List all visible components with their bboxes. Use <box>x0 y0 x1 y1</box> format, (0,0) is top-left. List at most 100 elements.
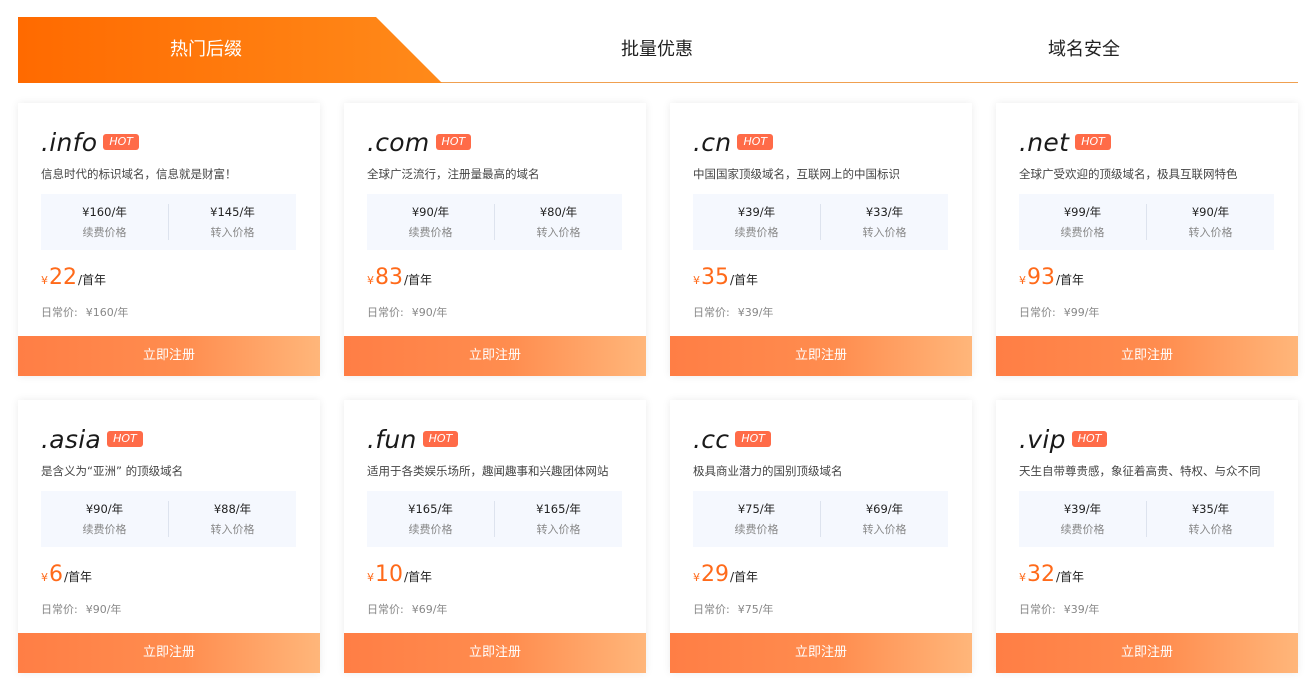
register-button[interactable]: 立即注册 <box>344 336 646 376</box>
domain-description: 是含义为“亚洲” 的顶级域名 <box>41 464 184 478</box>
transfer-price-label: 转入价格 <box>536 226 581 239</box>
first-year-unit: /首年 <box>64 570 93 584</box>
hot-badge: HOT <box>435 134 472 150</box>
renew-price-col: ¥39/年 续费价格 <box>1019 491 1146 547</box>
currency-symbol: ¥ <box>693 571 700 584</box>
renew-price: ¥39/年 <box>737 205 776 219</box>
domain-suffix: .vip <box>1019 424 1066 454</box>
regular-price: 日常价: ¥160/年 <box>41 304 128 320</box>
renew-price-label: 续费价格 <box>734 523 779 536</box>
domain-tabs: 热门后缀 批量优惠 域名安全 <box>18 17 1298 83</box>
register-button[interactable]: 立即注册 <box>670 336 972 376</box>
renew-price-label: 续费价格 <box>82 523 127 536</box>
first-year-unit: /首年 <box>1056 570 1085 584</box>
regular-price-value: ¥75/年 <box>737 603 774 616</box>
regular-price-label: 日常价: <box>1019 603 1056 616</box>
domain-card-info: .info HOT 信息时代的标识域名，信息就是财富！ ¥160/年 续费价格 … <box>18 103 320 376</box>
transfer-price: ¥165/年 <box>536 502 581 516</box>
register-button[interactable]: 立即注册 <box>18 633 320 673</box>
domain-card-cc: .cc HOT 极具商业潜力的国别顶级域名 ¥75/年 续费价格 ¥69/年 转… <box>670 400 972 673</box>
register-button[interactable]: 立即注册 <box>670 633 972 673</box>
regular-price-value: ¥69/年 <box>411 603 448 616</box>
transfer-price: ¥35/年 <box>1191 502 1230 516</box>
domain-card-cn: .cn HOT 中国国家顶级域名，互联网上的中国标识 ¥39/年 续费价格 ¥3… <box>670 103 972 376</box>
renew-price: ¥165/年 <box>408 502 453 516</box>
first-year-amount: 32 <box>1027 562 1055 587</box>
renew-price: ¥39/年 <box>1063 502 1102 516</box>
transfer-price-label: 转入价格 <box>210 523 255 536</box>
first-year-amount: 35 <box>701 265 729 290</box>
renew-price-label: 续费价格 <box>408 523 453 536</box>
regular-price-value: ¥39/年 <box>737 306 774 319</box>
currency-symbol: ¥ <box>41 571 48 584</box>
first-year-price: ¥ 32 /首年 <box>1019 562 1084 587</box>
first-year-price: ¥ 22 /首年 <box>41 265 106 290</box>
tab-bulk-discount[interactable]: 批量优惠 <box>468 17 846 83</box>
regular-price-value: ¥90/年 <box>85 603 122 616</box>
first-year-amount: 29 <box>701 562 729 587</box>
first-year-price: ¥ 10 /首年 <box>367 562 432 587</box>
domain-description: 适用于各类娱乐场所，趣闻趣事和兴趣团体网站 <box>367 464 609 478</box>
transfer-price-label: 转入价格 <box>536 523 581 536</box>
renew-price-label: 续费价格 <box>1060 226 1105 239</box>
first-year-price: ¥ 35 /首年 <box>693 265 758 290</box>
renew-price-label: 续费价格 <box>408 226 453 239</box>
transfer-price: ¥90/年 <box>1191 205 1230 219</box>
tab-hot-suffixes[interactable]: 热门后缀 <box>18 17 394 83</box>
price-box: ¥39/年 续费价格 ¥35/年 转入价格 <box>1019 491 1274 547</box>
transfer-price-label: 转入价格 <box>862 523 907 536</box>
suffix-row: .vip HOT <box>1019 422 1108 456</box>
regular-price: 日常价: ¥99/年 <box>1019 304 1099 320</box>
renew-price-label: 续费价格 <box>1060 523 1105 536</box>
suffix-row: .com HOT <box>367 125 472 159</box>
domain-description: 中国国家顶级域名，互联网上的中国标识 <box>693 167 900 181</box>
regular-price: 日常价: ¥69/年 <box>367 601 447 617</box>
first-year-unit: /首年 <box>730 273 759 287</box>
currency-symbol: ¥ <box>1019 274 1026 287</box>
first-year-unit: /首年 <box>730 570 759 584</box>
tab-domain-security[interactable]: 域名安全 <box>894 17 1274 83</box>
transfer-price: ¥145/年 <box>210 205 255 219</box>
suffix-row: .info HOT <box>41 125 139 159</box>
domain-card-vip: .vip HOT 天生自带尊贵感，象征着高贵、特权、与众不同 ¥39/年 续费价… <box>996 400 1298 673</box>
register-button[interactable]: 立即注册 <box>18 336 320 376</box>
renew-price: ¥99/年 <box>1063 205 1102 219</box>
first-year-amount: 93 <box>1027 265 1055 290</box>
currency-symbol: ¥ <box>693 274 700 287</box>
domain-description: 全球广泛流行，注册量最高的域名 <box>367 167 540 181</box>
register-button[interactable]: 立即注册 <box>344 633 646 673</box>
hot-badge: HOT <box>737 134 774 150</box>
currency-symbol: ¥ <box>41 274 48 287</box>
suffix-row: .net HOT <box>1019 125 1111 159</box>
transfer-price-col: ¥165/年 转入价格 <box>495 491 622 547</box>
transfer-price-col: ¥80/年 转入价格 <box>495 194 622 250</box>
first-year-amount: 10 <box>375 562 403 587</box>
first-year-unit: /首年 <box>1056 273 1085 287</box>
register-button[interactable]: 立即注册 <box>996 336 1298 376</box>
transfer-price: ¥69/年 <box>865 502 904 516</box>
hot-badge: HOT <box>735 431 771 447</box>
regular-price-label: 日常价: <box>367 306 404 319</box>
domain-card-net: .net HOT 全球广受欢迎的顶级域名，极具互联网特色 ¥99/年 续费价格 … <box>996 103 1298 376</box>
transfer-price-col: ¥69/年 转入价格 <box>821 491 948 547</box>
first-year-price: ¥ 6 /首年 <box>41 562 92 587</box>
regular-price-value: ¥39/年 <box>1063 603 1100 616</box>
domain-suffix: .cc <box>693 424 730 454</box>
price-box: ¥90/年 续费价格 ¥80/年 转入价格 <box>367 194 622 250</box>
domain-suffix: .cn <box>693 127 732 157</box>
register-button[interactable]: 立即注册 <box>996 633 1298 673</box>
price-box: ¥39/年 续费价格 ¥33/年 转入价格 <box>693 194 948 250</box>
price-box: ¥99/年 续费价格 ¥90/年 转入价格 <box>1019 194 1274 250</box>
regular-price: 日常价: ¥90/年 <box>367 304 447 320</box>
transfer-price: ¥88/年 <box>213 502 252 516</box>
domain-description: 极具商业潜力的国别顶级域名 <box>693 464 843 478</box>
hot-badge: HOT <box>1071 431 1108 447</box>
domain-card-fun: .fun HOT 适用于各类娱乐场所，趣闻趣事和兴趣团体网站 ¥165/年 续费… <box>344 400 646 673</box>
transfer-price-col: ¥90/年 转入价格 <box>1147 194 1274 250</box>
regular-price-value: ¥160/年 <box>85 306 129 319</box>
renew-price-col: ¥165/年 续费价格 <box>367 491 494 547</box>
regular-price: 日常价: ¥90/年 <box>41 601 121 617</box>
transfer-price-label: 转入价格 <box>862 226 907 239</box>
price-box: ¥160/年 续费价格 ¥145/年 转入价格 <box>41 194 296 250</box>
first-year-amount: 6 <box>49 562 63 587</box>
